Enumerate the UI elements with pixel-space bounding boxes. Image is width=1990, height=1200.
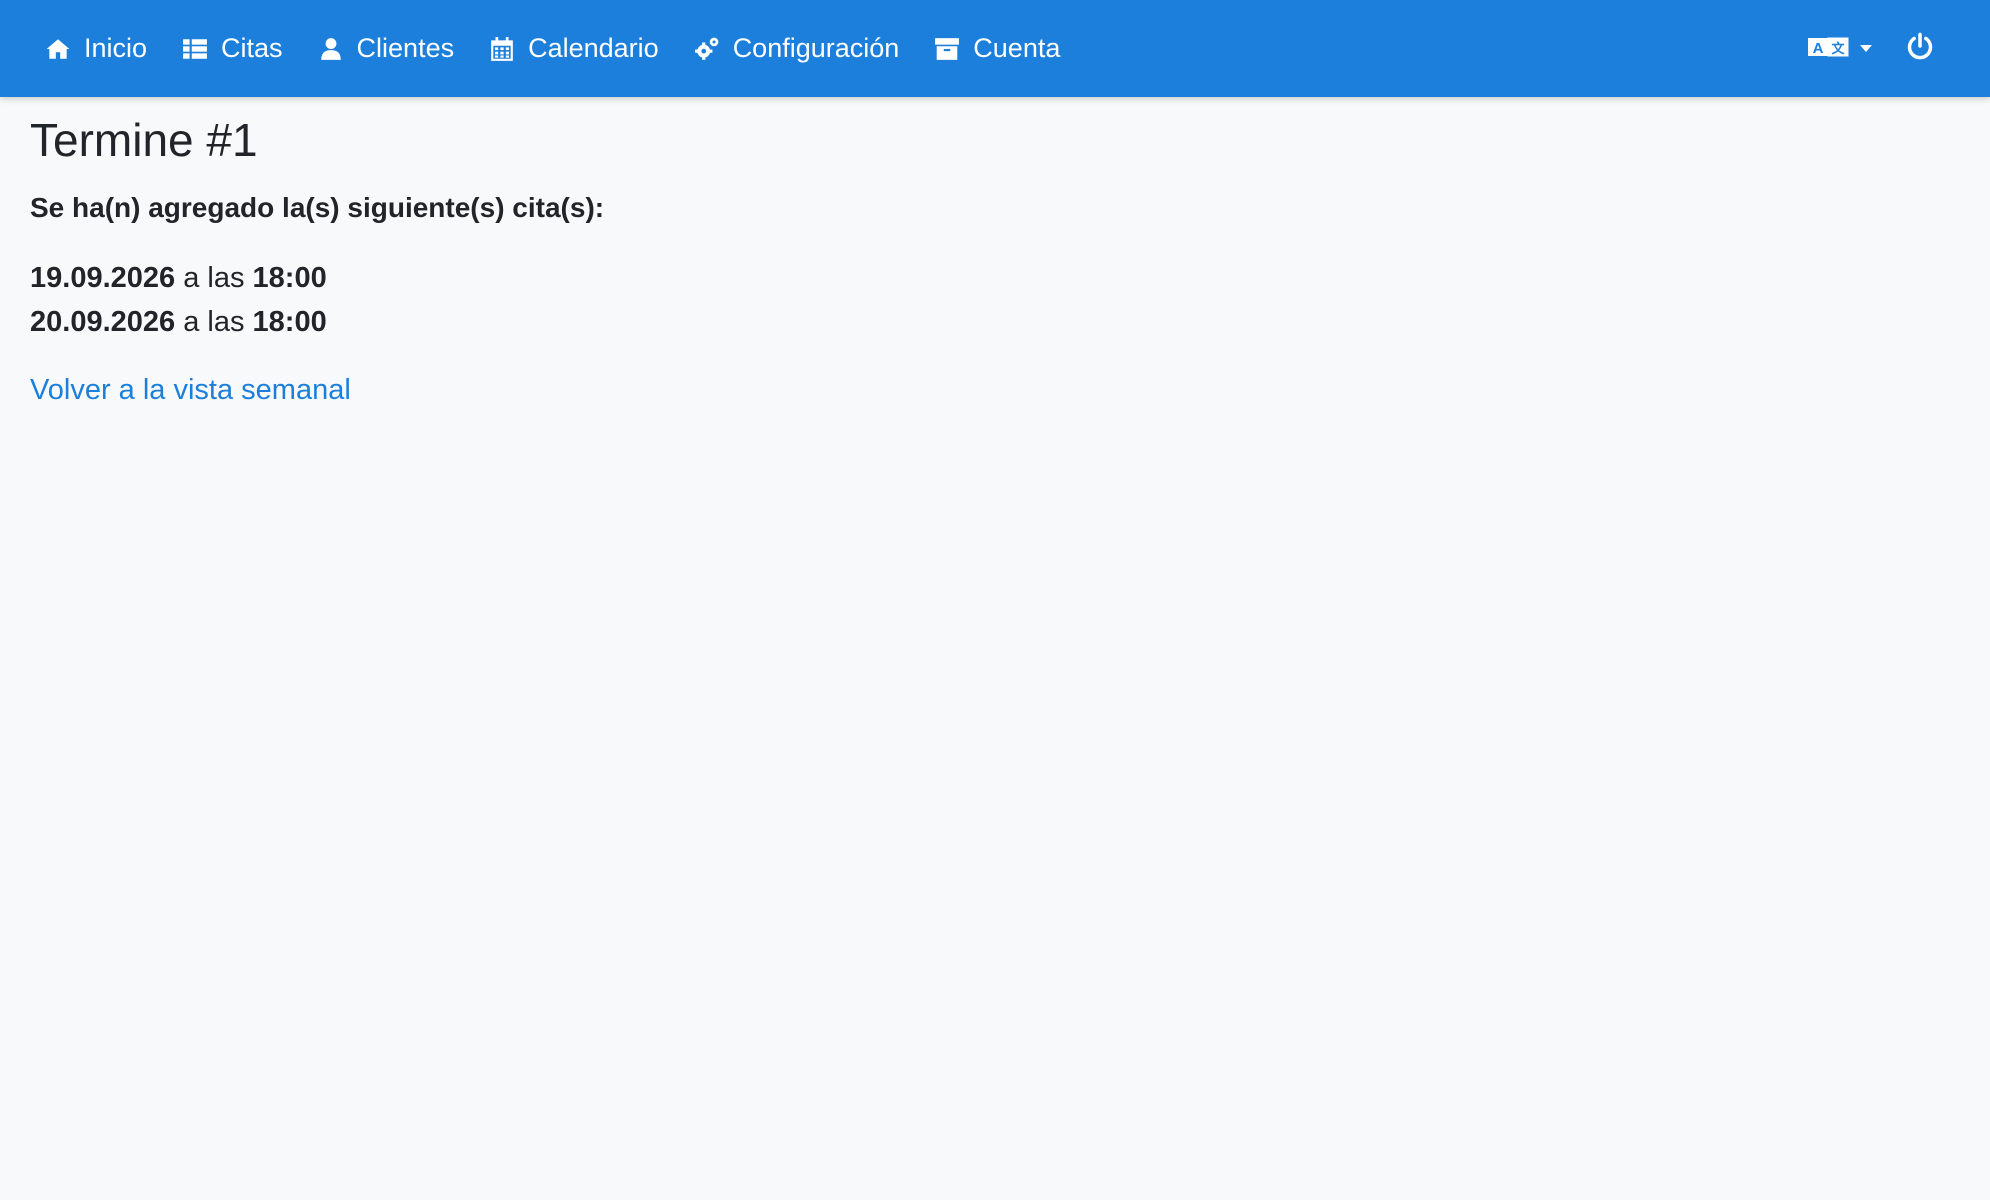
top-navbar: Inicio Citas Clientes Calendario Configu… bbox=[0, 0, 1990, 97]
gears-icon bbox=[693, 35, 721, 63]
language-icon: A 文 bbox=[1808, 34, 1850, 63]
appointment-date: 19.09.2026 bbox=[30, 262, 176, 294]
nav-menu: Inicio Citas Clientes Calendario Configu… bbox=[44, 0, 1094, 97]
nav-item-label: Inicio bbox=[84, 33, 148, 63]
language-dropdown[interactable]: A 文 bbox=[1808, 34, 1872, 63]
nav-item-label: Configuración bbox=[732, 33, 900, 63]
nav-item-clientes[interactable]: Clientes bbox=[317, 33, 455, 64]
appointment-time: 18:00 bbox=[252, 262, 327, 294]
nav-right: A 文 bbox=[1808, 0, 1934, 97]
power-icon bbox=[1906, 32, 1934, 65]
home-icon bbox=[44, 35, 72, 63]
nav-item-cuenta[interactable]: Cuenta bbox=[933, 33, 1060, 64]
page-title: Termine #1 bbox=[30, 114, 258, 166]
appointment-item: 20.09.2026 a las 18:00 bbox=[30, 300, 604, 344]
main-content: Termine #1 Se ha(n) agregado la(s) sigui… bbox=[30, 106, 604, 407]
nav-item-configuracion[interactable]: Configuración bbox=[693, 33, 900, 64]
nav-item-citas[interactable]: Citas bbox=[181, 33, 283, 64]
calendar-icon bbox=[488, 35, 516, 63]
nav-item-label: Cuenta bbox=[973, 33, 1061, 63]
archive-icon bbox=[933, 35, 961, 63]
back-to-week-view-link[interactable]: Volver a la vista semanal bbox=[30, 374, 351, 407]
nav-item-calendario[interactable]: Calendario bbox=[488, 33, 659, 64]
appointment-item: 19.09.2026 a las 18:00 bbox=[30, 256, 604, 300]
appointment-list: 19.09.2026 a las 18:00 20.09.2026 a las … bbox=[30, 256, 604, 344]
nav-item-label: Citas bbox=[221, 33, 283, 63]
success-notice: Se ha(n) agregado la(s) siguiente(s) cit… bbox=[30, 192, 605, 223]
appointment-connector: a las bbox=[183, 306, 245, 338]
appointment-date: 20.09.2026 bbox=[30, 306, 176, 338]
logout-button[interactable] bbox=[1906, 32, 1934, 65]
user-icon bbox=[317, 35, 345, 63]
nav-item-label: Calendario bbox=[528, 33, 659, 63]
svg-text:A: A bbox=[1813, 40, 1824, 57]
appointment-connector: a las bbox=[183, 262, 245, 294]
chevron-down-icon bbox=[1860, 45, 1872, 52]
list-icon bbox=[181, 35, 209, 63]
nav-item-inicio[interactable]: Inicio bbox=[44, 33, 147, 64]
svg-text:文: 文 bbox=[1831, 41, 1845, 57]
appointment-time: 18:00 bbox=[252, 306, 327, 338]
nav-item-label: Clientes bbox=[356, 33, 455, 63]
